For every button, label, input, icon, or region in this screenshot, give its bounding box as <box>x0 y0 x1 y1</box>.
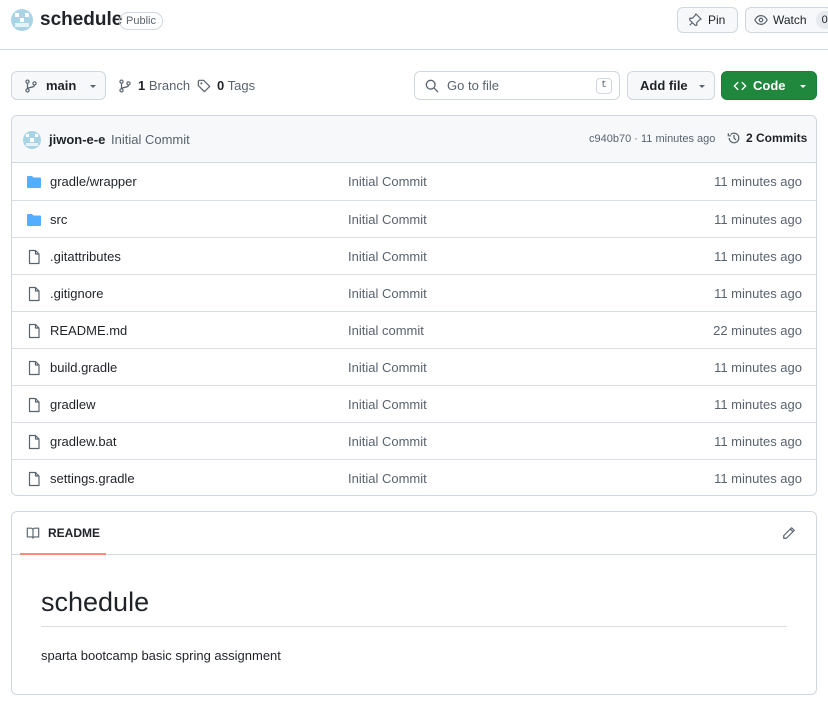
file-icon <box>26 360 42 376</box>
branch-selector[interactable]: main <box>11 71 106 100</box>
file-name[interactable]: gradlew.bat <box>50 434 117 449</box>
file-age: 11 minutes ago <box>714 360 802 375</box>
book-icon <box>26 526 40 540</box>
commit-hash-time[interactable]: c940b70 · 11 minutes ago <box>589 133 715 145</box>
file-commit-message[interactable]: Initial commit <box>348 323 424 338</box>
readme-panel: README schedule sparta bootcamp basic sp… <box>11 511 817 695</box>
file-row[interactable]: gradlew.bat Initial Commit 11 minutes ago <box>12 422 816 459</box>
pin-label: Pin <box>708 13 726 27</box>
file-row[interactable]: gradle/wrapper Initial Commit 11 minutes a… <box>12 163 816 200</box>
latest-commit-bar: jiwon-e-e Initial Commit c940b70 · 11 mi… <box>12 116 816 163</box>
file-age: 11 minutes ago <box>714 434 802 449</box>
file-commit-message[interactable]: Initial Commit <box>348 434 427 449</box>
file-name[interactable]: README.md <box>50 323 127 338</box>
file-row[interactable]: .gitattributes Initial Commit 11 minutes a… <box>12 237 816 274</box>
file-age: 11 minutes ago <box>714 174 802 189</box>
chevron-down-icon <box>697 81 707 91</box>
file-row[interactable]: .gitignore Initial Commit 11 minutes ago <box>12 274 816 311</box>
readme-tab-label: README <box>48 525 101 540</box>
commit-author[interactable]: jiwon-e-e <box>49 132 105 147</box>
tag-count: 0 <box>217 78 225 93</box>
code-label: Code <box>753 78 786 93</box>
pin-icon <box>688 13 702 27</box>
add-file-button[interactable]: Add file <box>627 71 715 100</box>
file-name[interactable]: gradlew <box>50 397 96 412</box>
repo-header: schedule Public Pin Watch 0 <box>0 0 828 50</box>
search-input[interactable] <box>447 78 587 93</box>
repo-owner-avatar[interactable] <box>11 9 33 31</box>
file-commit-message[interactable]: Initial Commit <box>348 360 427 375</box>
tag-label: Tags <box>227 78 256 93</box>
file-age: 11 minutes ago <box>714 471 802 486</box>
file-row[interactable]: settings.gradle Initial Commit 11 minutes … <box>12 459 816 495</box>
watch-count: 0 <box>815 11 828 29</box>
go-to-file-search[interactable]: t <box>414 71 620 100</box>
branch-label: Branch <box>148 78 191 93</box>
file-age: 11 minutes ago <box>714 286 802 301</box>
file-name[interactable]: .gitignore <box>50 286 103 301</box>
file-age: 11 minutes ago <box>714 212 802 227</box>
tags-link[interactable]: 0 Tags <box>197 78 255 93</box>
file-icon <box>26 397 42 413</box>
author-avatar[interactable] <box>23 131 41 149</box>
file-name[interactable]: src <box>50 212 67 227</box>
file-name[interactable]: build.gradle <box>50 360 117 375</box>
file-commit-message[interactable]: Initial Commit <box>348 471 427 486</box>
shortcut-hint: t <box>596 78 612 94</box>
commits-history-link[interactable]: 2 Commits <box>727 131 807 145</box>
eye-icon <box>754 13 768 27</box>
file-icon <box>26 286 42 302</box>
file-list: gradle/wrapper Initial Commit 11 minutes a… <box>12 163 816 495</box>
file-icon <box>26 249 42 265</box>
file-row[interactable]: gradlew Initial Commit 11 minutes ago <box>12 385 816 422</box>
file-commit-message[interactable]: Initial Commit <box>348 249 427 264</box>
file-icon <box>26 434 42 450</box>
tag-icon <box>197 79 211 93</box>
file-age: 11 minutes ago <box>714 249 802 264</box>
file-row[interactable]: build.gradle Initial Commit 11 minutes ago <box>12 348 816 385</box>
pin-button[interactable]: Pin <box>677 7 738 33</box>
file-commit-message[interactable]: Initial Commit <box>348 397 427 412</box>
file-row[interactable]: README.md Initial commit 22 minutes ago <box>12 311 816 348</box>
commits-label: 2 Commits <box>746 131 808 145</box>
file-name[interactable]: settings.gradle <box>50 471 135 486</box>
branch-count: 1 <box>138 78 146 93</box>
file-commit-message[interactable]: Initial Commit <box>348 174 427 189</box>
branch-icon <box>24 78 38 93</box>
file-age: 11 minutes ago <box>714 397 802 412</box>
chevron-down-icon <box>88 81 98 91</box>
search-icon <box>425 79 439 93</box>
file-name[interactable]: gradle/wrapper <box>50 174 137 189</box>
folder-icon <box>26 174 42 190</box>
file-name[interactable]: .gitattributes <box>50 249 121 264</box>
commit-message[interactable]: Initial Commit <box>111 132 190 147</box>
chevron-down-icon <box>798 81 808 91</box>
file-commit-message[interactable]: Initial Commit <box>348 212 427 227</box>
code-icon <box>733 79 747 93</box>
file-commit-message[interactable]: Initial Commit <box>348 286 427 301</box>
branch-icon <box>118 78 132 93</box>
file-icon <box>26 471 42 487</box>
readme-body: sparta bootcamp basic spring assignment <box>41 648 281 663</box>
branches-link[interactable]: 1 Branch <box>118 78 190 93</box>
file-table: jiwon-e-e Initial Commit c940b70 · 11 mi… <box>11 115 817 496</box>
code-button[interactable]: Code <box>721 71 817 100</box>
add-file-label: Add file <box>640 78 688 93</box>
branch-name: main <box>46 78 77 93</box>
visibility-badge: Public <box>119 12 163 30</box>
file-icon <box>26 323 42 339</box>
readme-tabbar: README <box>12 512 816 555</box>
watch-button[interactable]: Watch 0 <box>745 7 828 33</box>
readme-title: schedule <box>41 587 787 627</box>
history-icon <box>727 131 741 145</box>
pencil-icon[interactable] <box>782 526 796 540</box>
tab-readme[interactable]: README <box>20 512 106 555</box>
repo-name[interactable]: schedule <box>40 9 122 31</box>
file-age: 22 minutes ago <box>713 323 802 338</box>
folder-icon <box>26 212 42 228</box>
watch-label: Watch <box>773 13 807 27</box>
file-row[interactable]: src Initial Commit 11 minutes ago <box>12 200 816 237</box>
